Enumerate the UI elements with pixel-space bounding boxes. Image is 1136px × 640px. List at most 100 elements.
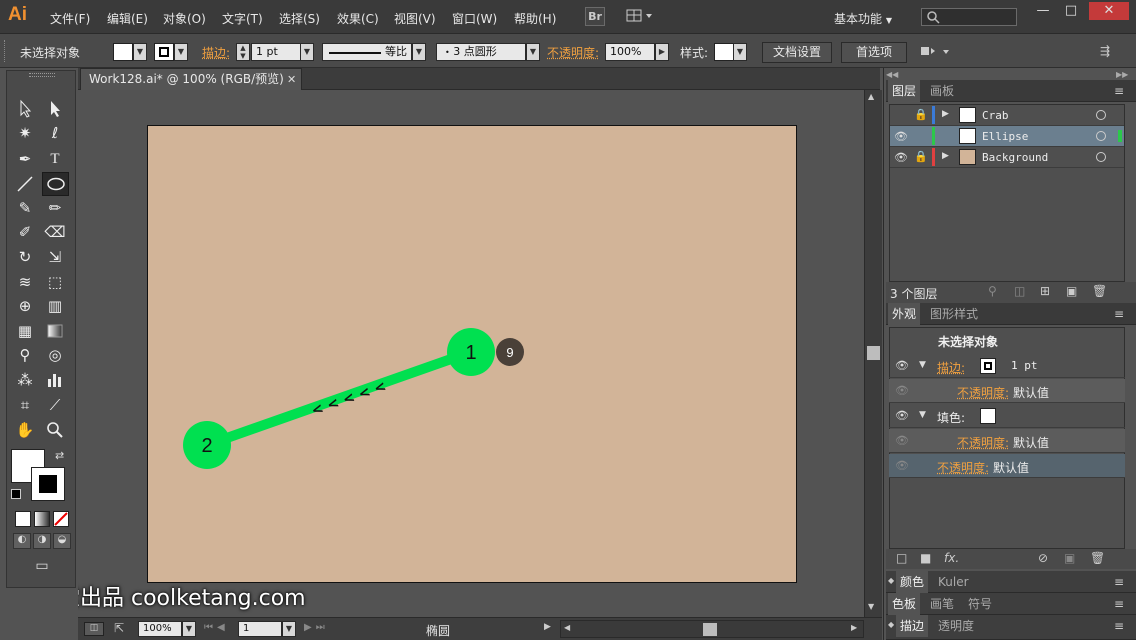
eyedropper-tool-icon[interactable]: ⚲: [13, 344, 37, 366]
locate-object-icon[interactable]: ⚲: [988, 284, 997, 298]
eye-icon[interactable]: 👁: [895, 434, 909, 447]
opacity-label[interactable]: 不透明度:: [547, 44, 599, 61]
layer-name[interactable]: Background: [982, 151, 1048, 164]
stroke-weight-dropdown[interactable]: ▼: [300, 43, 314, 61]
panel-menu-icon[interactable]: ≡: [1114, 597, 1124, 611]
rotate-tool-icon[interactable]: ↻: [13, 246, 37, 268]
new-sublayer-icon[interactable]: ⊞: [1040, 284, 1050, 298]
ellipse-tool-icon[interactable]: [42, 172, 69, 196]
menu-edit[interactable]: 编辑(E): [107, 10, 148, 27]
eraser-tool-icon[interactable]: ⌫: [43, 221, 67, 243]
scroll-right-icon[interactable]: ▶: [851, 623, 857, 632]
scroll-left-icon[interactable]: ◀: [564, 623, 570, 632]
artboard-number-field[interactable]: 1: [238, 621, 282, 637]
fill-swatch[interactable]: [113, 43, 133, 61]
add-stroke-icon[interactable]: □: [896, 551, 907, 565]
selection-tool-icon[interactable]: [13, 97, 37, 119]
line-segment-tool-icon[interactable]: [13, 173, 37, 195]
direct-selection-tool-icon[interactable]: [43, 97, 67, 119]
tab-artboards[interactable]: 画板: [926, 80, 958, 102]
horizontal-scrollbar[interactable]: ◀ ▶: [560, 620, 864, 638]
tab-stroke[interactable]: 描边: [896, 615, 929, 637]
appearance-stroke-opacity-row[interactable]: 👁 不透明度: 默认值: [889, 379, 1125, 403]
delete-layer-icon[interactable]: 🗑: [1092, 284, 1107, 298]
menu-effect[interactable]: 效果(C): [337, 10, 379, 27]
hand-tool-icon[interactable]: ✋: [13, 419, 37, 441]
fx-icon[interactable]: fx.: [944, 551, 959, 565]
layers-panel-menu-icon[interactable]: ≡: [1114, 84, 1124, 98]
magic-wand-tool-icon[interactable]: ✷: [13, 122, 37, 144]
scroll-down-icon[interactable]: ▼: [868, 602, 874, 611]
eye-icon[interactable]: 👁: [895, 459, 909, 472]
panel-menu-icon[interactable]: ≡: [1114, 575, 1124, 589]
swap-colors-icon[interactable]: ⇄: [55, 449, 64, 462]
menu-window[interactable]: 窗口(W): [452, 10, 497, 27]
appearance-object-opacity-row[interactable]: 👁 不透明度: 默认值: [889, 454, 1125, 478]
profile-dropdown[interactable]: ▼: [412, 43, 426, 61]
close-button[interactable]: ✕: [1089, 2, 1129, 20]
stroke-swatch[interactable]: [154, 43, 174, 61]
delete-item-icon[interactable]: 🗑: [1090, 551, 1105, 565]
grip-handle[interactable]: [4, 40, 7, 62]
type-tool-icon[interactable]: T: [43, 148, 67, 170]
bridge-button[interactable]: Br: [585, 7, 605, 26]
document-tab[interactable]: Work128.ai* @ 100% (RGB/预览) ✕: [80, 68, 302, 90]
eye-icon[interactable]: 👁: [895, 359, 909, 372]
draw-inside-icon[interactable]: ◒: [53, 533, 71, 549]
scroll-up-icon[interactable]: ▲: [868, 92, 874, 101]
eye-icon[interactable]: 👁: [894, 130, 908, 143]
status-menu-arrow[interactable]: ▶: [544, 622, 551, 632]
variable-width-profile[interactable]: 等比: [322, 43, 412, 61]
first-prev-artboard-buttons[interactable]: ⏮◀: [204, 622, 229, 633]
layer-row-crab[interactable]: 🔒 ▶ Crab: [890, 105, 1124, 126]
pen-tool-icon[interactable]: ✒: [13, 148, 37, 170]
draw-behind-icon[interactable]: ◑: [33, 533, 51, 549]
stroke-stepper[interactable]: ▲ ▼: [236, 43, 250, 61]
horizontal-scroll-thumb[interactable]: [703, 623, 717, 636]
tab-transparency[interactable]: 透明度: [934, 615, 978, 637]
menu-type[interactable]: 文字(T): [222, 10, 263, 27]
layer-name[interactable]: Crab: [982, 109, 1009, 122]
appearance-panel-menu-icon[interactable]: ≡: [1114, 307, 1124, 321]
tab-layers[interactable]: 图层: [888, 80, 921, 102]
eye-icon[interactable]: 👁: [895, 384, 909, 397]
layer-row-ellipse[interactable]: 👁 Ellipse: [890, 126, 1124, 147]
expand-icon[interactable]: ◆: [888, 576, 894, 585]
zoom-tool-icon[interactable]: [43, 419, 67, 441]
opacity-link[interactable]: 不透明度:: [957, 384, 1009, 401]
document-setup-button[interactable]: 文档设置: [762, 42, 832, 63]
menu-help[interactable]: 帮助(H): [514, 10, 556, 27]
column-graph-tool-icon[interactable]: [43, 369, 67, 391]
arrange-documents-button[interactable]: [625, 7, 655, 26]
graphic-style-swatch[interactable]: [714, 43, 734, 61]
new-layer-icon[interactable]: ▣: [1066, 284, 1077, 298]
close-tab-icon[interactable]: ✕: [287, 69, 296, 90]
opacity-link[interactable]: 不透明度:: [957, 434, 1009, 451]
eye-icon[interactable]: 👁: [894, 151, 908, 164]
perspective-grid-tool-icon[interactable]: ▥: [43, 295, 67, 317]
preferences-button[interactable]: 首选项: [841, 42, 907, 63]
lock-icon[interactable]: 🔒: [914, 108, 928, 121]
shape-builder-tool-icon[interactable]: ⊕: [13, 295, 37, 317]
zoom-dropdown[interactable]: ▼: [182, 621, 196, 637]
menu-file[interactable]: 文件(F): [50, 10, 90, 27]
snapshot-icon[interactable]: ◫: [84, 622, 104, 636]
target-circle-icon[interactable]: [1096, 110, 1106, 120]
collapse-dock-icon[interactable]: ◀◀: [886, 70, 898, 79]
stroke-label[interactable]: 描边:: [202, 44, 230, 61]
workspace-switcher[interactable]: 基本功能 ▼: [834, 10, 892, 27]
appearance-stroke-row[interactable]: 👁 ▼ 描边: 1 pt: [889, 354, 1125, 378]
tab-brushes[interactable]: 画笔: [926, 593, 958, 615]
canvas-area[interactable]: < < < < < 1 2 9 酷课堂出品 coolketang.com: [78, 90, 864, 617]
brush-dropdown[interactable]: ▼: [526, 43, 540, 61]
tab-appearance[interactable]: 外观: [888, 303, 921, 325]
stroke-color-box[interactable]: [31, 467, 65, 501]
tab-swatches[interactable]: 色板: [888, 593, 921, 615]
paintbrush-tool-icon[interactable]: ✎: [13, 197, 37, 219]
symbol-sprayer-tool-icon[interactable]: ⁂: [13, 369, 37, 391]
free-transform-tool-icon[interactable]: ⬚: [43, 271, 67, 293]
gradient-tool-icon[interactable]: [43, 320, 67, 342]
draw-normal-icon[interactable]: ◐: [13, 533, 31, 549]
maximize-button[interactable]: □: [1055, 2, 1087, 20]
tab-symbols[interactable]: 符号: [964, 593, 996, 615]
